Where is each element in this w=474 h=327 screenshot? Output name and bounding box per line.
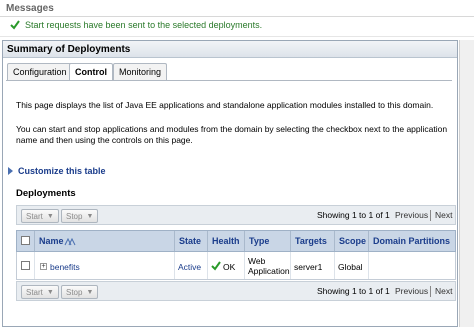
start-button[interactable]: Start ▼ — [21, 209, 59, 223]
column-header-type[interactable]: Type — [249, 236, 269, 246]
table-header: Name State Health Type Targets Scope Dom… — [16, 230, 456, 252]
success-message-text: Start requests have been sent to the sel… — [25, 20, 263, 30]
cell-separator — [334, 252, 335, 279]
column-header-health[interactable]: Health — [212, 236, 240, 246]
row-select-checkbox[interactable] — [21, 261, 30, 270]
tab-configuration[interactable]: Configuration — [7, 63, 73, 80]
column-separator — [34, 231, 35, 251]
cell-separator — [34, 252, 35, 279]
expand-triangle-icon — [8, 167, 13, 175]
tab-control[interactable]: Control — [69, 63, 113, 81]
deployment-health: OK — [223, 262, 236, 272]
chevron-down-icon: ▼ — [46, 212, 54, 220]
pagination-separator — [430, 210, 431, 221]
customize-table-label: Customize this table — [18, 166, 106, 176]
sort-icon[interactable] — [64, 237, 76, 246]
expand-plus-icon[interactable]: + — [40, 263, 47, 270]
table-row: + benefits Active OK Web Application ser… — [16, 252, 456, 280]
customize-table-link[interactable]: Customize this table — [8, 166, 106, 176]
column-separator — [334, 231, 335, 251]
table-toolbar-top: Start ▼ Stop ▼ Showing 1 to 1 of 1 Previ… — [16, 205, 456, 225]
next-link[interactable]: Next — [435, 286, 452, 296]
start-button-label: Start — [26, 287, 43, 297]
column-header-domain-partitions[interactable]: Domain Partitions — [373, 236, 450, 246]
description-paragraph-1: This page displays the list of Java EE a… — [16, 100, 434, 110]
previous-link[interactable]: Previous — [395, 286, 428, 296]
stop-button[interactable]: Stop ▼ — [61, 209, 99, 223]
select-all-checkbox[interactable] — [21, 236, 30, 245]
deployments-title: Deployments — [16, 188, 76, 199]
cell-separator — [244, 252, 245, 279]
table-toolbar-bottom: Start ▼ Stop ▼ Showing 1 to 1 of 1 Previ… — [16, 281, 456, 301]
chevron-down-icon: ▼ — [86, 212, 94, 220]
cell-separator — [290, 252, 291, 279]
column-separator — [207, 231, 208, 251]
chevron-down-icon: ▼ — [86, 288, 94, 296]
messages-title: Messages — [6, 3, 54, 14]
tab-underline — [6, 80, 452, 81]
description-paragraph-2: You can start and stop applications and … — [16, 124, 448, 145]
stop-button[interactable]: Stop ▼ — [61, 285, 99, 299]
health-ok-icon — [211, 261, 221, 271]
deployment-type-line2: Application — [248, 266, 290, 276]
deployment-scope: Global — [338, 262, 363, 272]
start-button[interactable]: Start ▼ — [21, 285, 59, 299]
column-separator — [244, 231, 245, 251]
tab-monitoring[interactable]: Monitoring — [113, 63, 168, 80]
column-separator — [368, 231, 369, 251]
deployment-state: Active — [178, 262, 202, 272]
cell-separator — [174, 252, 175, 279]
panel-title: Summary of Deployments — [3, 41, 457, 58]
start-button-label: Start — [26, 211, 43, 221]
success-message: Start requests have been sent to the sel… — [10, 20, 262, 30]
deployment-targets: server1 — [294, 262, 323, 272]
cell-separator — [368, 252, 369, 279]
column-header-targets[interactable]: Targets — [295, 236, 327, 246]
chevron-down-icon: ▼ — [46, 288, 54, 296]
previous-link[interactable]: Previous — [395, 210, 428, 220]
deployment-type-line1: Web — [248, 256, 266, 266]
messages-divider — [0, 16, 474, 17]
messages-bottom-divider — [0, 36, 474, 37]
next-link[interactable]: Next — [435, 210, 452, 220]
column-separator — [290, 231, 291, 251]
stop-button-label: Stop — [66, 211, 83, 221]
column-header-scope[interactable]: Scope — [339, 236, 366, 246]
stop-button-label: Stop — [66, 287, 83, 297]
pagination-info: Showing 1 to 1 of 1 — [317, 210, 390, 220]
pagination-separator — [430, 286, 431, 297]
column-header-state[interactable]: State — [179, 236, 201, 246]
checkmark-icon — [10, 20, 20, 30]
pagination-info: Showing 1 to 1 of 1 — [317, 286, 390, 296]
vertical-scrollbar[interactable] — [459, 40, 474, 327]
column-header-name[interactable]: Name — [39, 236, 64, 246]
column-separator — [174, 231, 175, 251]
cell-separator — [207, 252, 208, 279]
deployment-name-link[interactable]: benefits — [50, 262, 80, 272]
